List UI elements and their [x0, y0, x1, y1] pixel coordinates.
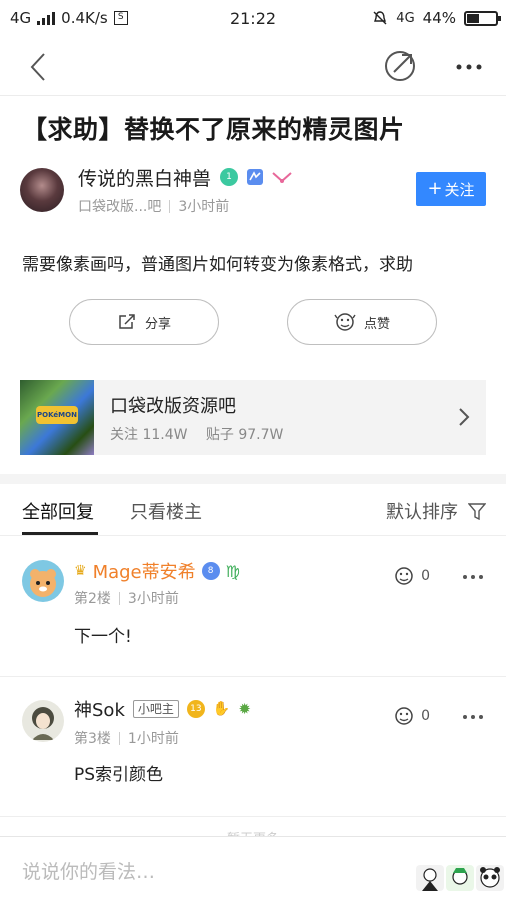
share-icon — [119, 314, 135, 329]
post-title: 【求助】替换不了原来的精灵图片 — [22, 115, 405, 144]
reply-text: PS索引颜色 — [74, 765, 164, 785]
meta-divider — [169, 199, 171, 213]
signal-icon — [37, 11, 56, 25]
more-icon[interactable] — [452, 50, 486, 84]
forum-info: 口袋改版资源吧 关注 11.4W 贴子 97.7W — [110, 392, 297, 444]
share-button[interactable]: 分享 — [69, 299, 219, 345]
reply-more-icon[interactable] — [462, 712, 484, 722]
forum-posts: 贴子 97.7W — [205, 426, 284, 443]
reply-author-row: ♛ Mage蒂安希 8 ♍ — [74, 558, 240, 584]
sticker-face-icon — [422, 868, 438, 891]
status-right: 4G 44% — [372, 0, 501, 36]
reply-floor: 第3楼 — [74, 731, 111, 747]
plus-icon: + — [427, 178, 443, 199]
meta-divider — [118, 731, 120, 745]
battery-icon — [464, 10, 501, 26]
forum-stats: 关注 11.4W 贴子 97.7W — [110, 424, 297, 444]
reply-time: 1小时前 — [127, 731, 179, 747]
reply-text: 下一个! — [74, 627, 132, 647]
mute-alarm-icon — [373, 11, 387, 25]
like-button[interactable]: 点赞 — [287, 299, 437, 345]
like-icon — [334, 313, 356, 331]
reply-avatar[interactable] — [22, 560, 64, 602]
share-label: 分享 — [144, 316, 171, 332]
sticker-2[interactable] — [446, 865, 474, 891]
filter-icon — [468, 503, 486, 520]
forum-name: 口袋改版资源吧 — [110, 395, 236, 417]
sticker-3[interactable] — [476, 865, 504, 891]
member-icon — [247, 169, 263, 185]
like-label: 点赞 — [363, 316, 390, 332]
reply-author-row: 神Sok 小吧主 13 ✋ ✹ — [74, 696, 251, 722]
cat-avatar-icon — [30, 569, 56, 597]
reply-like-count: 0 — [421, 708, 430, 724]
status-bar: 4G 0.4K/s S 21:22 4G 44% — [0, 0, 506, 36]
reply-meta: 第3楼 1小时前 — [74, 728, 179, 748]
reply-divider — [0, 816, 506, 817]
status-left: 4G 0.4K/s S — [10, 9, 210, 27]
reply-more-icon[interactable] — [462, 572, 484, 582]
author-name[interactable]: 传说的黑白神兽 — [78, 164, 211, 191]
reply-tabs: 全部回复 只看楼主 默认排序 — [0, 484, 506, 536]
section-divider — [0, 474, 506, 484]
reply-author[interactable]: Mage蒂安希 — [93, 558, 196, 584]
sim-icon: S — [113, 11, 128, 25]
forum-thumbnail: POKéMON — [20, 380, 94, 455]
reply-like-button[interactable]: 0 — [393, 566, 430, 586]
tab-all-replies[interactable]: 全部回复 — [22, 498, 94, 524]
network-speed: 0.4K/s — [61, 9, 108, 27]
author-forum[interactable]: 口袋改版...吧 — [78, 196, 161, 216]
tab-indicator — [22, 532, 98, 535]
meta-divider — [118, 591, 120, 605]
network-type-right: 4G — [396, 10, 415, 26]
like-icon — [395, 707, 413, 725]
reply-floor: 第2楼 — [74, 591, 111, 607]
author-avatar[interactable] — [20, 168, 64, 212]
comment-input[interactable]: 说说你的看法… — [22, 857, 155, 884]
sticker-panda-icon — [480, 867, 500, 888]
battery-fill — [467, 13, 479, 23]
crown-icon: ♛ — [74, 563, 87, 579]
hands-icon: ✋ — [212, 701, 231, 717]
like-icon — [395, 567, 413, 585]
post-body: 需要像素画吗，普通图片如何转变为像素格式，求助 — [22, 255, 413, 275]
reply-author[interactable]: 神Sok — [74, 696, 125, 722]
forum-followers: 关注 11.4W — [110, 426, 188, 443]
back-icon[interactable] — [22, 50, 56, 84]
anime-avatar-icon — [32, 707, 54, 740]
author-badges: 1 — [220, 168, 292, 186]
reply-divider — [0, 676, 506, 677]
pokemon-logo: POKéMON — [36, 406, 78, 424]
follow-button[interactable]: + 关注 — [416, 172, 486, 206]
follow-label: 关注 — [444, 180, 475, 199]
zodiac-badge: ♍ — [225, 561, 240, 581]
battery-percent: 44% — [422, 9, 456, 27]
chevron-right-icon — [459, 408, 470, 426]
level-badge: 1 — [220, 168, 238, 186]
decoration-icon — [272, 172, 292, 183]
network-type: 4G — [10, 9, 32, 27]
forum-card[interactable]: POKéMON 口袋改版资源吧 关注 11.4W 贴子 97.7W — [20, 380, 486, 455]
reply-meta: 第2楼 3小时前 — [74, 588, 179, 608]
nav-bar — [0, 36, 506, 96]
sort-label: 默认排序 — [386, 502, 458, 523]
level-badge: 8 — [201, 562, 220, 580]
gear-badge-icon: ✹ — [238, 700, 251, 718]
moderator-badge: 小吧主 — [132, 700, 179, 718]
tab-op-only[interactable]: 只看楼主 — [130, 498, 202, 524]
sticker-1[interactable] — [416, 865, 444, 891]
reply-avatar[interactable] — [22, 700, 64, 742]
share-icon[interactable] — [382, 48, 418, 84]
sticker-face-icon — [452, 868, 468, 885]
author-meta: 口袋改版...吧 3小时前 — [78, 196, 229, 216]
sort-button[interactable]: 默认排序 — [386, 498, 486, 524]
reply-like-button[interactable]: 0 — [393, 706, 430, 726]
comment-bar: 说说你的看法… — [0, 836, 506, 900]
sticker-strip[interactable] — [416, 865, 504, 891]
level-badge: 13 — [186, 700, 205, 718]
reply-time: 3小时前 — [127, 591, 179, 607]
reply-like-count: 0 — [421, 568, 430, 584]
post-time: 3小时前 — [178, 199, 230, 215]
